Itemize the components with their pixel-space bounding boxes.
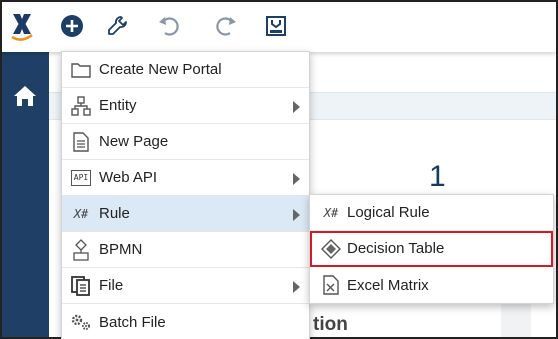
rule-icon-text: X# (323, 205, 339, 220)
rule-submenu: X# Logical Rule Decision Table Excel Mat… (309, 194, 554, 304)
submenu-item-excel-matrix[interactable]: Excel Matrix (310, 267, 553, 303)
section-heading-partial: tion (313, 314, 348, 335)
menu-item-rule[interactable]: X# Rule (62, 196, 309, 232)
menu-item-label: BPMN (99, 241, 143, 258)
sidebar (2, 52, 49, 337)
submenu-item-label: Logical Rule (347, 204, 430, 221)
excel-icon (319, 273, 343, 297)
submenu-item-label: Excel Matrix (347, 276, 429, 294)
menu-item-label: Batch File (99, 313, 166, 331)
bpmn-icon (69, 238, 93, 262)
redo-icon[interactable] (210, 11, 240, 41)
gears-icon (69, 310, 93, 334)
diamond-icon (319, 237, 343, 261)
add-icon[interactable] (57, 11, 87, 41)
save-icon[interactable] (261, 11, 291, 41)
menu-item-label: File (99, 277, 124, 294)
chevron-right-icon (293, 173, 300, 185)
api-icon: API (69, 166, 93, 190)
menu-item-label: Entity (99, 97, 137, 114)
submenu-item-label: Decision Table (347, 240, 445, 257)
step-number: 1 (429, 160, 446, 193)
menu-item-label: Web API (99, 169, 158, 186)
submenu-item-logical-rule[interactable]: X# Logical Rule (310, 195, 553, 231)
menu-item-create-new-portal[interactable]: Create New Portal (62, 52, 309, 88)
top-toolbar (2, 2, 556, 52)
rule-icon: X# (319, 201, 343, 225)
chevron-right-icon (293, 281, 300, 293)
menu-item-label: Rule (99, 205, 130, 222)
rule-icon-text: X# (73, 206, 89, 221)
create-menu: Create New Portal Entity New Page API We… (61, 51, 310, 339)
entity-hierarchy-icon (69, 94, 93, 118)
menu-item-label: Create New Portal (99, 61, 222, 78)
app-logo[interactable] (7, 11, 37, 41)
menu-item-web-api[interactable]: API Web API (62, 160, 309, 196)
menu-item-batch-file[interactable]: Batch File (62, 304, 309, 339)
chevron-right-icon (293, 209, 300, 221)
chevron-right-icon (293, 101, 300, 113)
menu-item-file[interactable]: File (62, 268, 309, 304)
submenu-item-decision-table[interactable]: Decision Table (310, 231, 553, 267)
menu-item-new-page[interactable]: New Page (62, 124, 309, 160)
folder-icon (69, 58, 93, 82)
file-icon (69, 274, 93, 298)
menu-item-entity[interactable]: Entity (62, 88, 309, 124)
menu-item-label: New Page (99, 133, 169, 150)
api-icon-text: API (70, 169, 92, 186)
undo-icon[interactable] (155, 11, 185, 41)
home-icon[interactable] (12, 84, 38, 108)
wrench-icon[interactable] (103, 11, 133, 41)
rule-icon: X# (69, 202, 93, 226)
page-icon (69, 130, 93, 154)
menu-item-bpmn[interactable]: BPMN (62, 232, 309, 268)
